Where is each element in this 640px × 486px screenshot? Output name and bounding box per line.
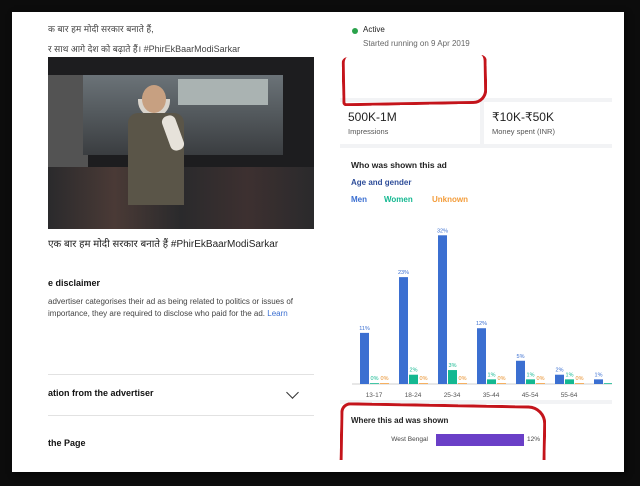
start-date: Started running on 9 Apr 2019 <box>363 39 470 48</box>
value-label-unknown-25-34: 0% <box>459 376 467 382</box>
value-label-men-45-54: 5% <box>517 354 525 360</box>
impressions-value: 500K-1M <box>348 110 397 124</box>
about-page-title: the Page <box>48 438 86 448</box>
advertiser-info-section[interactable]: ation from the advertiser <box>48 375 314 416</box>
bar-men-18-24[interactable] <box>399 277 408 384</box>
bar-women-25-34[interactable] <box>448 370 457 384</box>
value-label-men-65+: 1% <box>595 372 603 378</box>
bar-women-55-64[interactable] <box>565 379 574 384</box>
ad-text-line-2: र साथ आगे देश को बढ़ाते हैं। #PhirEkBaar… <box>48 44 241 54</box>
x-tick-35-44: 35-44 <box>483 392 500 399</box>
disclaimer-text: advertiser categorises their ad as being… <box>48 296 310 320</box>
value-label-unknown-13-17: 0% <box>381 376 389 382</box>
ad-caption: एक बार हम मोदी सरकार बनाते हैं #PhirEkBa… <box>48 239 279 250</box>
bar-women-13-17[interactable] <box>370 383 379 384</box>
disclaimer-title: e disclaimer <box>48 278 101 288</box>
audience-chart-card: Who was shown this ad Age and gender Men… <box>340 148 612 400</box>
speaker-head <box>142 85 166 113</box>
disclaimer-body: advertiser categorises their ad as being… <box>48 297 294 318</box>
impressions-label: Impressions <box>348 127 389 136</box>
value-label-men-55-64: 2% <box>556 368 564 374</box>
bar-women-45-54[interactable] <box>526 379 535 384</box>
bar-women-18-24[interactable] <box>409 374 418 384</box>
value-label-women-55-64: 1% <box>566 372 574 378</box>
x-tick-55-64: 55-64 <box>561 392 578 399</box>
bar-unknown-18-24[interactable] <box>419 383 428 384</box>
x-tick-18-24: 18-24 <box>405 392 422 399</box>
active-status-dot <box>352 28 358 34</box>
spend-card: ₹10K-₹50K Money spent (INR) <box>484 102 612 144</box>
value-label-unknown-55-64: 0% <box>576 376 584 382</box>
bar-men-25-34[interactable] <box>438 235 447 384</box>
bar-women-65+[interactable] <box>604 383 612 384</box>
spend-label: Money spent (INR) <box>492 127 555 136</box>
value-label-unknown-35-44: 0% <box>498 376 506 382</box>
bar-men-65+[interactable] <box>594 379 603 384</box>
value-label-men-13-17: 11% <box>359 326 370 332</box>
bar-unknown-35-44[interactable] <box>497 383 506 384</box>
video-speaker <box>120 85 190 205</box>
bar-men-13-17[interactable] <box>360 332 369 384</box>
bar-unknown-45-54[interactable] <box>536 383 545 384</box>
impressions-card: 500K-1M Impressions <box>340 102 480 144</box>
learn-more-link[interactable]: Learn <box>267 309 287 318</box>
x-tick-45-54: 45-54 <box>522 392 539 399</box>
value-label-unknown-18-24: 0% <box>420 376 428 382</box>
red-highlight-status <box>341 54 488 107</box>
video-stage-screen <box>178 79 268 105</box>
red-highlight-region <box>339 402 547 460</box>
value-label-women-18-24: 2% <box>410 368 418 374</box>
ad-detail-column: क बार हम मोदी सरकार बनाते हैं, र साथ आगे… <box>48 20 339 460</box>
bar-unknown-55-64[interactable] <box>575 383 584 384</box>
bar-unknown-25-34[interactable] <box>458 383 467 384</box>
spend-value: ₹10K-₹50K <box>492 110 554 124</box>
value-label-men-18-24: 23% <box>398 270 409 276</box>
bar-men-45-54[interactable] <box>516 360 525 384</box>
bar-unknown-13-17[interactable] <box>380 383 389 384</box>
ad-text-line-1: क बार हम मोदी सरकार बनाते हैं, <box>48 24 154 34</box>
advertiser-info-title: ation from the advertiser <box>48 388 154 398</box>
status-label: Active <box>363 25 385 34</box>
bar-men-55-64[interactable] <box>555 374 564 384</box>
ad-video[interactable] <box>48 57 314 229</box>
value-label-unknown-45-54: 0% <box>537 376 545 382</box>
bar-men-35-44[interactable] <box>477 328 486 384</box>
x-tick-13-17: 13-17 <box>366 392 383 399</box>
age-gender-chart: 11%0% 0%13-1723%2%0%18-2432%3%0%25-3412%1… <box>352 228 612 399</box>
value-label-women-45-54: 1% <box>527 372 535 378</box>
value-label-men-35-44: 12% <box>476 321 487 327</box>
value-label-men-25-34: 32% <box>437 228 448 234</box>
chevron-down-icon[interactable] <box>286 386 299 399</box>
ad-library-page: क बार हम मोदी सरकार बनाते हैं, र साथ आगे… <box>22 20 612 460</box>
disclaimer-section: e disclaimer advertiser categorises thei… <box>48 272 314 375</box>
x-tick-25-34: 25-34 <box>444 392 461 399</box>
value-label-women-13-17: 0% <box>371 376 379 382</box>
bar-women-35-44[interactable] <box>487 379 496 384</box>
value-label-women-35-44: 1% <box>488 372 496 378</box>
value-label-women-25-34: 3% <box>449 363 457 369</box>
photo-frame: क बार हम मोदी सरकार बनाते हैं, र साथ आगे… <box>12 12 624 472</box>
